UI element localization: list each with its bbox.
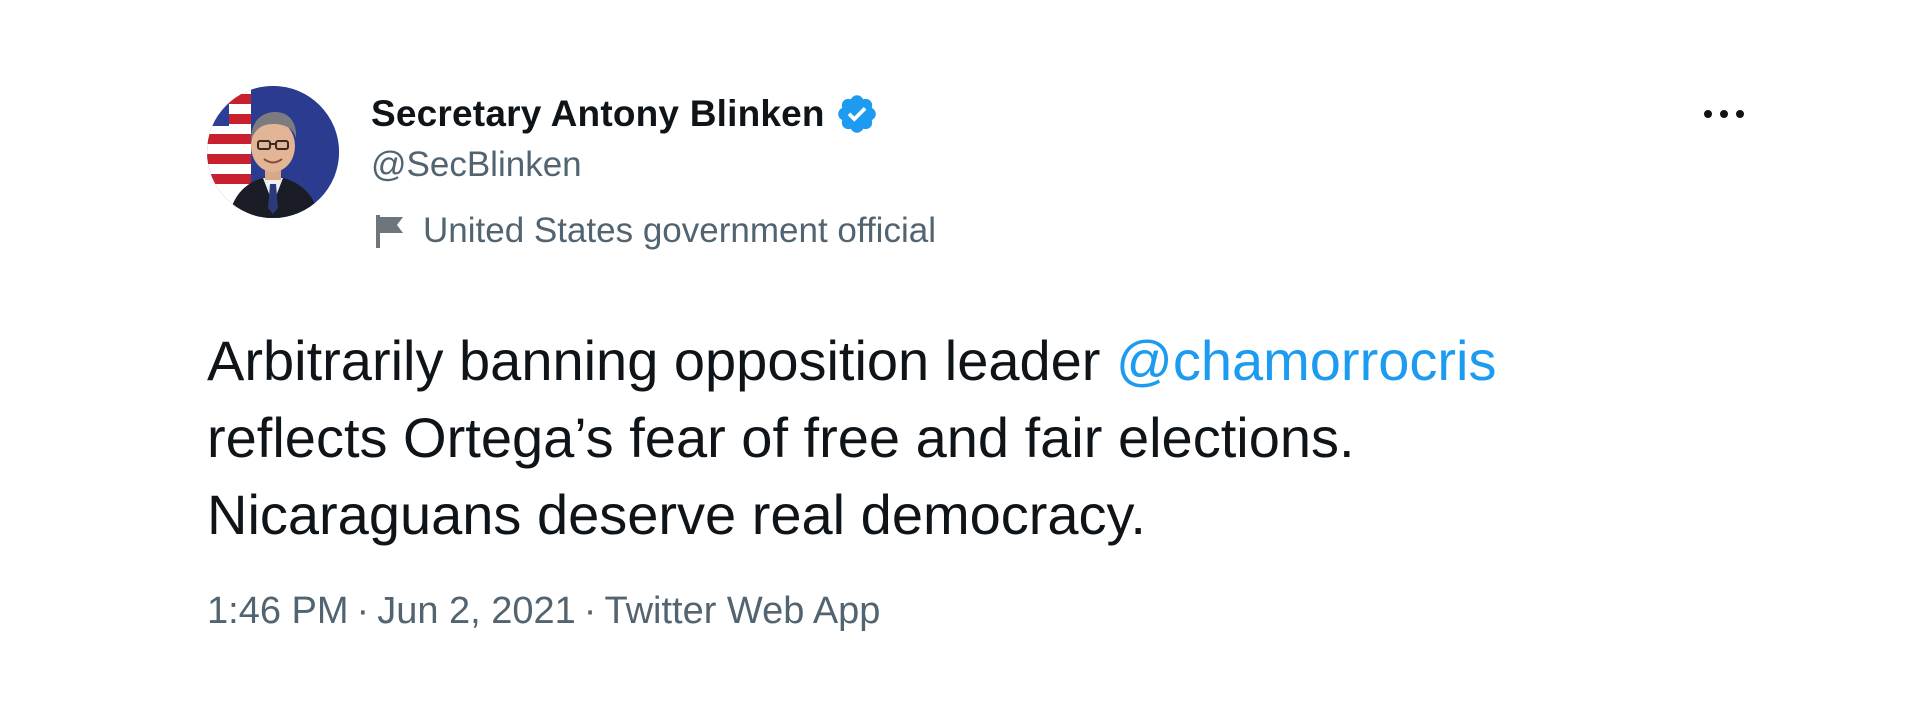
- government-official-label[interactable]: United States government official: [423, 211, 936, 251]
- account-label-row: United States government official: [373, 208, 936, 254]
- more-horizontal-icon: [1704, 110, 1744, 118]
- author-display-name[interactable]: Secretary Antony Blinken: [371, 93, 825, 135]
- separator-dot: ·: [583, 590, 597, 632]
- author-name-row: Secretary Antony Blinken: [371, 90, 879, 138]
- avatar[interactable]: [207, 86, 339, 218]
- tweet-card: Secretary Antony Blinken @SecBlinken Uni…: [0, 0, 1920, 719]
- tweet-text-line-3: Nicaraguans deserve real democracy.: [207, 483, 1146, 546]
- more-options-button[interactable]: [1696, 96, 1752, 132]
- tweet-text: Arbitrarily banning opposition leader @c…: [207, 322, 1767, 553]
- tweet-metadata: 1:46 PM · Jun 2, 2021 · Twitter Web App: [207, 590, 880, 633]
- mention-link[interactable]: @chamorrocris: [1116, 329, 1496, 392]
- tweet-text-line-1: Arbitrarily banning opposition leader @c…: [207, 322, 1767, 399]
- author-handle[interactable]: @SecBlinken: [371, 145, 582, 185]
- tweet-text-line-2: reflects Ortega’s fear of free and fair …: [207, 406, 1355, 469]
- flag-icon: [373, 213, 407, 249]
- tweet-date[interactable]: Jun 2, 2021: [377, 590, 576, 632]
- tweet-source[interactable]: Twitter Web App: [604, 590, 880, 632]
- verified-badge-icon: [835, 92, 879, 136]
- avatar-image: [207, 86, 339, 218]
- tweet-time[interactable]: 1:46 PM: [207, 590, 349, 632]
- tweet-text-segment: Arbitrarily banning opposition leader: [207, 329, 1116, 392]
- separator-dot: ·: [356, 590, 370, 632]
